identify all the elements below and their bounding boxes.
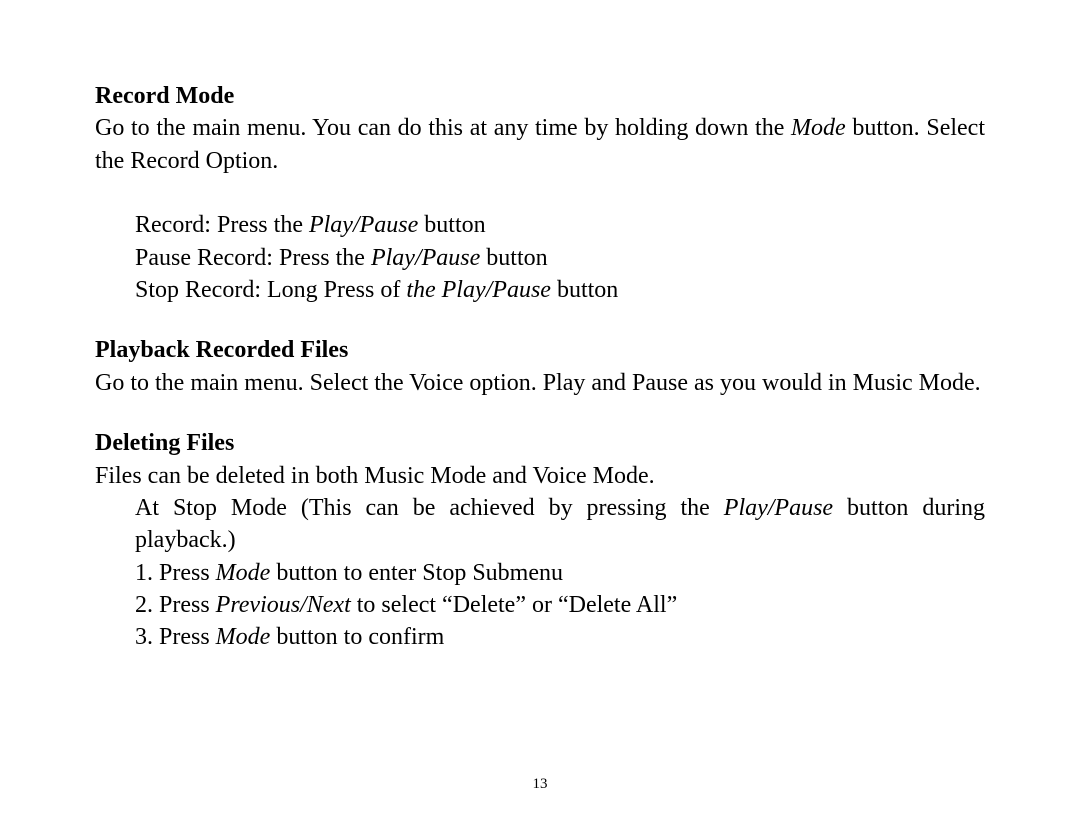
spacer <box>95 177 985 209</box>
text-emphasis-mode: Mode <box>216 624 271 650</box>
text-fragment: 3. Press <box>135 624 216 650</box>
step-2: 2. Press Previous/Next to select “Delete… <box>135 589 985 621</box>
text-emphasis-playpause: Play/Pause <box>309 212 418 238</box>
record-instructions: Record: Press the Play/Pause button Paus… <box>95 209 985 306</box>
text-emphasis-playpause: the Play/Pause <box>406 277 551 303</box>
text-emphasis-playpause: Play/Pause <box>371 245 480 271</box>
text-fragment: 2. Press <box>135 592 216 618</box>
heading-playback: Playback Recorded Files <box>95 334 985 366</box>
step-1: 1. Press Mode button to enter Stop Subme… <box>135 557 985 589</box>
deleting-instructions: At Stop Mode (This can be achieved by pr… <box>95 492 985 654</box>
heading-record-mode: Record Mode <box>95 80 985 112</box>
text-fragment: Pause Record: Press the <box>135 245 371 271</box>
line-stop-record: Stop Record: Long Press of the Play/Paus… <box>135 274 985 306</box>
text-emphasis-playpause: Play/Pause <box>724 495 833 521</box>
line-pause-record: Pause Record: Press the Play/Pause butto… <box>135 242 985 274</box>
paragraph-record-intro: Go to the main menu. You can do this at … <box>95 112 985 177</box>
step-3: 3. Press Mode button to confirm <box>135 621 985 653</box>
text-fragment: Stop Record: Long Press of <box>135 277 406 303</box>
text-fragment: button <box>551 277 618 303</box>
text-fragment: button <box>480 245 547 271</box>
text-fragment: button to confirm <box>270 624 444 650</box>
text-emphasis-mode: Mode <box>216 560 271 586</box>
heading-deleting: Deleting Files <box>95 427 985 459</box>
paragraph-deleting-intro: Files can be deleted in both Music Mode … <box>95 460 985 492</box>
paragraph-playback: Go to the main menu. Select the Voice op… <box>95 367 985 399</box>
text-fragment: button to enter Stop Submenu <box>270 560 563 586</box>
spacer <box>95 306 985 334</box>
text-fragment: Record: Press the <box>135 212 309 238</box>
line-stop-mode: At Stop Mode (This can be achieved by pr… <box>135 492 985 557</box>
page-number: 13 <box>0 774 1080 794</box>
text-emphasis-mode: Mode <box>791 115 846 141</box>
line-record: Record: Press the Play/Pause button <box>135 209 985 241</box>
text-emphasis-previous-next: Previous/Next <box>216 592 351 618</box>
text-fragment: button <box>418 212 485 238</box>
text-fragment: to select “Delete” or “Delete All” <box>351 592 678 618</box>
spacer <box>95 399 985 427</box>
text-fragment: At Stop Mode (This can be achieved by pr… <box>135 495 724 521</box>
text-fragment: 1. Press <box>135 560 216 586</box>
text-fragment: Go to the main menu. You can do this at … <box>95 115 791 141</box>
